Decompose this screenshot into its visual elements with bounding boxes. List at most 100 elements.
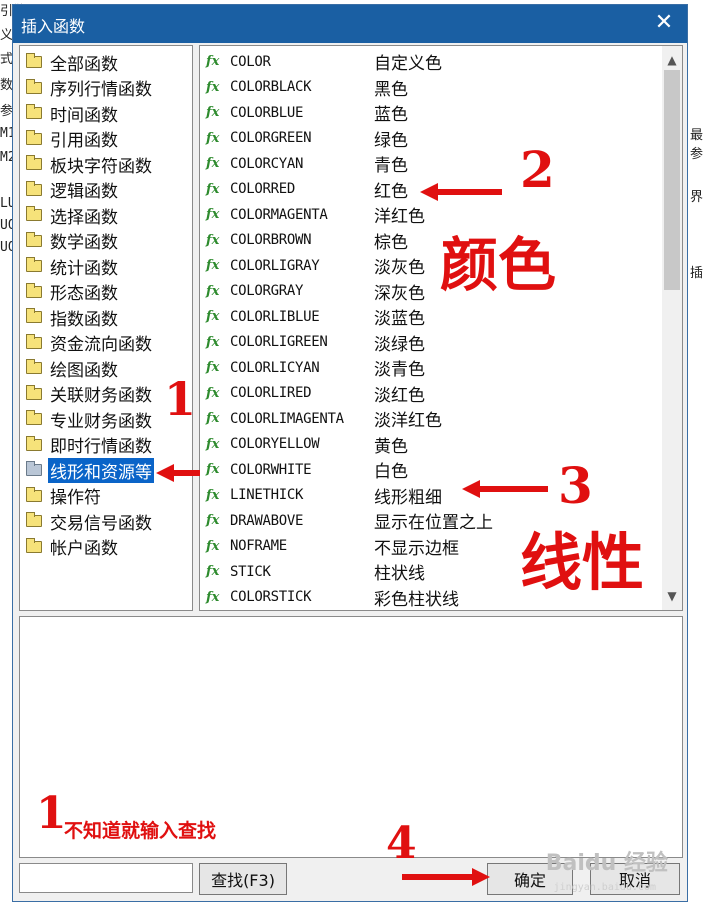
function-item[interactable]: fx DRAWABOVE 显示在位置之上 [206,508,493,534]
category-item[interactable]: 逻辑函数 [26,178,120,202]
function-item[interactable]: fx COLORBROWN 棕色 [206,228,408,253]
folder-icon [26,410,42,425]
function-item[interactable]: fx COLORLIGRAY 淡灰色 [206,253,425,279]
scroll-thumb[interactable] [664,70,680,290]
function-name: COLORLIGRAY [230,257,320,274]
fx-icon: fx [206,309,220,324]
function-item[interactable]: fx LINETHICK 线形粗细 [206,483,442,508]
function-description: 彩色柱状线 [374,589,459,610]
function-name: COLORBROWN [230,232,312,248]
function-description: 洋红色 [374,207,425,227]
category-item[interactable]: 线形和资源等 [26,457,154,483]
function-name: COLORSTICK [230,589,312,605]
background-fragment: 最参 [690,128,704,162]
function-description: 红色 [374,181,408,202]
function-description: 白色 [374,462,408,482]
function-name: COLOR [230,53,271,70]
function-description: 柱状线 [374,564,425,584]
category-item[interactable]: 交易信号函数 [26,509,154,534]
background-fragment: 界 [690,190,704,205]
fx-icon: fx [206,258,220,273]
function-item[interactable]: fx COLORLIBLUE 淡蓝色 [206,304,425,330]
function-item[interactable]: fx COLORLIMAGENTA 淡洋红色 [206,406,442,432]
function-item[interactable]: fx COLORYELLOW 黄色 [206,432,408,457]
category-label: 数学函数 [50,233,118,253]
function-list-scrollbar[interactable]: ▲ ▼ [662,46,682,610]
category-label: 资金流向函数 [50,335,152,355]
category-item[interactable]: 形态函数 [26,280,120,304]
function-item[interactable]: fx COLORSTICK 彩色柱状线 [206,585,459,610]
scroll-up-icon[interactable]: ▲ [662,50,682,70]
search-input[interactable] [19,863,193,893]
category-item[interactable]: 序列行情函数 [26,76,154,100]
function-item[interactable]: fx COLORLICYAN 淡青色 [206,355,425,381]
folder-icon [26,537,42,553]
category-label: 绘图函数 [50,360,118,381]
function-item[interactable]: fx COLORCYAN 青色 [206,151,408,177]
function-description: 不显示边框 [374,538,459,559]
fx-icon: fx [206,487,220,503]
annotation-number-4: 4 [386,818,417,869]
function-description: 淡洋红色 [374,411,442,431]
folder-icon [26,180,42,196]
fx-icon: fx [206,564,220,579]
function-name: COLORMAGENTA [230,206,328,223]
function-item[interactable]: fx COLORBLUE 蓝色 [206,100,408,126]
folder-icon [26,461,42,476]
category-item[interactable]: 绘图函数 [26,356,120,381]
category-item[interactable]: 引用函数 [26,127,120,151]
category-item[interactable]: 专业财务函数 [26,407,154,432]
category-item[interactable]: 指数函数 [26,305,120,330]
category-item[interactable]: 板块字符函数 [26,152,154,177]
function-name: STICK [230,563,271,580]
annotation-number-1: 1 [164,372,197,426]
category-item[interactable]: 全部函数 [26,50,120,75]
category-label: 关联财务函数 [50,386,152,406]
annotation-number-2: 2 [520,140,555,199]
function-name: COLORGREEN [230,130,312,146]
function-name: COLORRED [230,181,296,197]
function-description: 蓝色 [374,105,408,125]
category-item[interactable]: 关联财务函数 [26,382,154,406]
category-item[interactable]: 时间函数 [26,101,120,126]
function-name: COLORLIBLUE [230,308,320,325]
category-item[interactable]: 帐户函数 [26,535,120,559]
function-item[interactable]: fx COLORGRAY 深灰色 [206,279,425,304]
fx-icon: fx [206,538,220,554]
function-item[interactable]: fx COLORLIGREEN 淡绿色 [206,330,425,355]
category-item[interactable]: 即时行情函数 [26,433,154,457]
function-item[interactable]: fx STICK 柱状线 [206,559,425,585]
search-button[interactable]: 查找(F3) [199,863,287,895]
function-item[interactable]: fx NOFRAME 不显示边框 [206,534,459,559]
function-description: 淡青色 [374,360,425,380]
function-item[interactable]: fx COLORRED 红色 [206,177,408,202]
fx-icon: fx [206,589,220,605]
function-name: COLORBLACK [230,79,312,95]
watermark-url: jingyan.baidu.com [553,882,656,893]
category-item[interactable]: 操作符 [26,484,103,508]
category-item[interactable]: 数学函数 [26,229,120,253]
function-description: 显示在位置之上 [374,513,493,533]
function-name: COLORLIGREEN [230,334,328,350]
category-item[interactable]: 资金流向函数 [26,331,154,355]
category-label: 统计函数 [50,258,118,279]
function-item[interactable]: fx COLORMAGENTA 洋红色 [206,202,425,228]
category-item[interactable]: 统计函数 [26,254,120,279]
category-item[interactable]: 选择函数 [26,203,120,228]
scroll-down-icon[interactable]: ▼ [662,586,682,606]
fx-icon: fx [206,462,220,477]
function-item[interactable]: fx COLORGREEN 绿色 [206,126,408,151]
function-description: 淡蓝色 [374,309,425,329]
fx-icon: fx [206,156,220,171]
function-item[interactable]: fx COLOR 自定义色 [206,49,442,75]
function-description: 淡灰色 [374,258,425,278]
function-item[interactable]: fx COLORBLACK 黑色 [206,75,408,100]
function-description: 棕色 [374,232,408,253]
function-description: 淡绿色 [374,334,425,355]
close-icon[interactable]: ✕ [651,10,677,36]
folder-icon [26,104,42,119]
function-item[interactable]: fx COLORLIRED 淡红色 [206,381,425,406]
function-name: COLORLIRED [230,385,312,401]
folder-icon [26,333,42,349]
function-item[interactable]: fx COLORWHITE 白色 [206,457,408,483]
